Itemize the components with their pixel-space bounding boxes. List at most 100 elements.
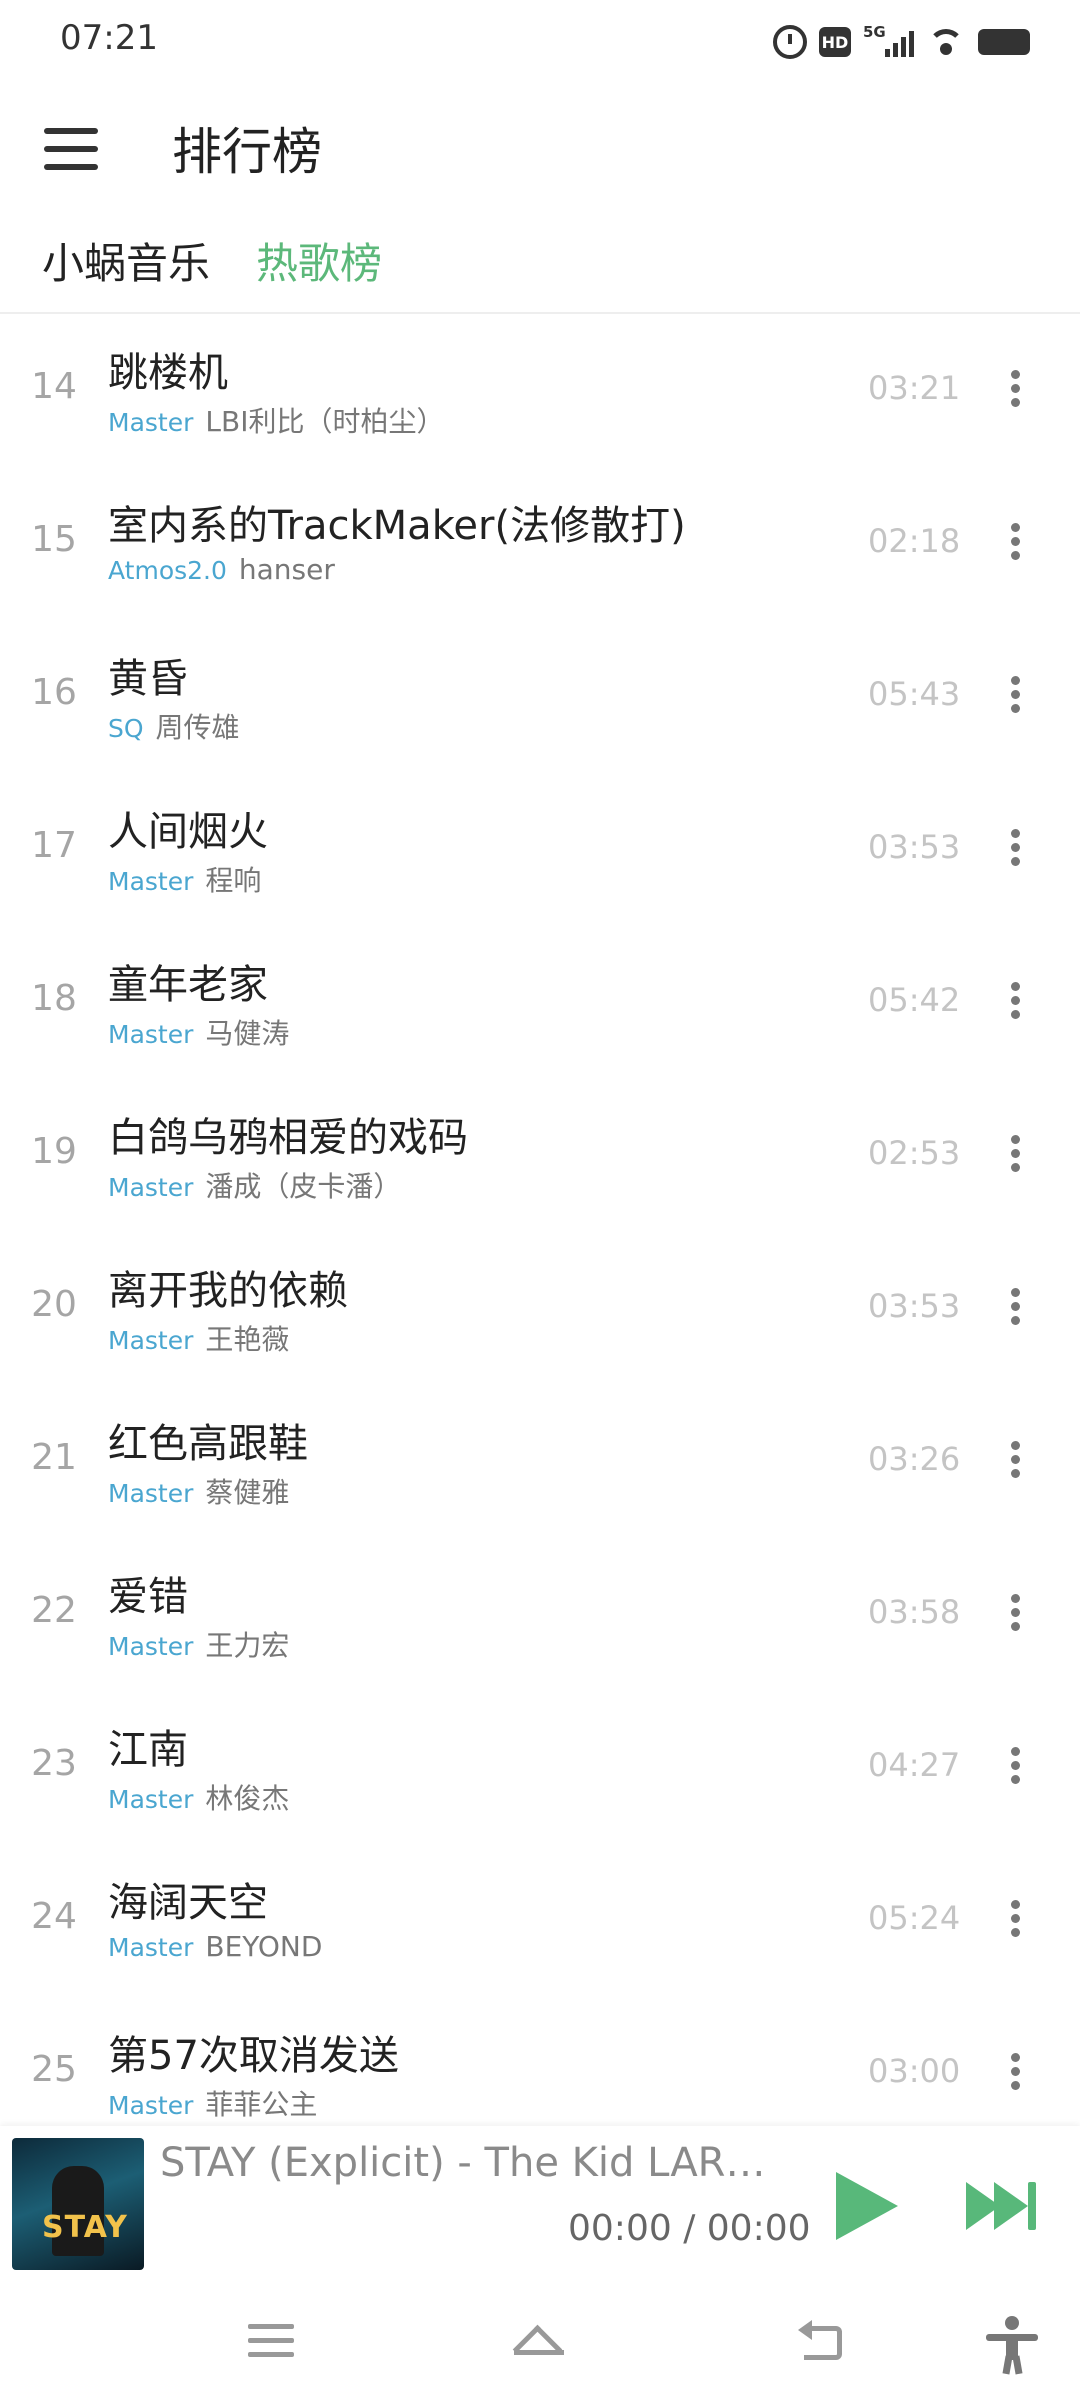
more-options-icon[interactable]: [1000, 1284, 1030, 1328]
skip-next-icon[interactable]: [966, 2178, 1038, 2234]
status-icons: HD 5G: [773, 22, 1030, 62]
song-artist: 潘成（皮卡潘）: [205, 1170, 402, 1203]
song-row[interactable]: 21 红色高跟鞋 Master 蔡健雅 03:26: [0, 1387, 1080, 1540]
song-title: 室内系的TrackMaker(法修散打): [108, 503, 686, 549]
tab-xiaowo-music[interactable]: 小蜗音乐: [42, 230, 210, 291]
song-rank: 23: [31, 1743, 77, 1784]
song-artist: hanser: [238, 553, 335, 586]
song-rank: 18: [31, 978, 77, 1019]
song-title: 人间烟火: [108, 809, 268, 855]
battery-icon: [978, 29, 1030, 55]
network-type-label: 5G: [863, 23, 886, 41]
song-row[interactable]: 19 白鸽乌鸦相爱的戏码 Master 潘成（皮卡潘） 02:53: [0, 1081, 1080, 1234]
song-artist: 蔡健雅: [205, 1476, 290, 1509]
5g-signal-icon: 5G: [863, 23, 914, 57]
song-duration: 05:43: [868, 675, 961, 713]
mini-player[interactable]: STAY STAY (Explicit) - The Kid LAROI... …: [0, 2126, 1080, 2276]
more-options-icon[interactable]: [1000, 1896, 1030, 1940]
quality-badge: Atmos2.0: [108, 556, 227, 585]
song-row[interactable]: 14 跳楼机 Master LBI利比（时柏尘） 03:21: [0, 316, 1080, 469]
song-meta: Master 菲菲公主: [108, 2083, 317, 2123]
song-meta: Master 林俊杰: [108, 1777, 289, 1817]
accessibility-icon[interactable]: [982, 2316, 1042, 2375]
song-meta: Master BEYOND: [108, 1930, 322, 1963]
more-options-icon[interactable]: [1000, 2049, 1030, 2093]
song-rank: 22: [31, 1590, 77, 1631]
song-duration: 04:27: [868, 1746, 961, 1784]
play-icon[interactable]: [836, 2172, 898, 2240]
song-duration: 03:26: [868, 1440, 961, 1478]
more-options-icon[interactable]: [1000, 672, 1030, 716]
more-options-icon[interactable]: [1000, 978, 1030, 1022]
song-rank: 25: [31, 2049, 77, 2090]
song-duration: 02:18: [868, 522, 961, 560]
song-artist: 菲菲公主: [205, 2088, 318, 2121]
song-rank: 19: [31, 1131, 77, 1172]
song-meta: Master 蔡健雅: [108, 1471, 289, 1511]
hd-icon: HD: [819, 27, 851, 57]
app-header: 排行榜: [0, 100, 1080, 210]
more-options-icon[interactable]: [1000, 1743, 1030, 1787]
song-rank: 17: [31, 825, 77, 866]
song-artist: 周传雄: [155, 711, 240, 744]
more-options-icon[interactable]: [1000, 1590, 1030, 1634]
quality-badge: Master: [108, 1632, 194, 1661]
song-duration: 03:58: [868, 1593, 961, 1631]
song-meta: Master 王力宏: [108, 1624, 289, 1664]
playback-time: 00:00 / 00:00: [568, 2208, 811, 2249]
status-bar: 07:21 HD 5G: [0, 0, 1080, 80]
song-meta: Master 马健涛: [108, 1012, 289, 1052]
more-options-icon[interactable]: [1000, 366, 1030, 410]
song-artist: 程响: [205, 864, 262, 897]
song-row[interactable]: 15 室内系的TrackMaker(法修散打) Atmos2.0 hanser 02:1…: [0, 469, 1080, 622]
alarm-icon: [773, 25, 807, 59]
more-options-icon[interactable]: [1000, 519, 1030, 563]
quality-badge: Master: [108, 2091, 194, 2120]
song-row[interactable]: 23 江南 Master 林俊杰 04:27: [0, 1693, 1080, 1846]
page-title: 排行榜: [172, 123, 322, 181]
song-meta: Master 王艳薇: [108, 1318, 289, 1358]
song-meta: Master 潘成（皮卡潘）: [108, 1165, 401, 1205]
song-rank: 14: [31, 366, 77, 407]
now-playing-title[interactable]: STAY (Explicit) - The Kid LAROI...: [160, 2140, 790, 2186]
more-options-icon[interactable]: [1000, 825, 1030, 869]
more-options-icon[interactable]: [1000, 1437, 1030, 1481]
song-row[interactable]: 25 第57次取消发送 Master 菲菲公主 03:00: [0, 1999, 1080, 2126]
song-title: 江南: [108, 1727, 188, 1773]
song-row[interactable]: 17 人间烟火 Master 程响 03:53: [0, 775, 1080, 928]
song-title: 离开我的依赖: [108, 1268, 348, 1314]
album-cover[interactable]: STAY: [12, 2138, 144, 2270]
song-title: 白鸽乌鸦相爱的戏码: [108, 1115, 468, 1161]
song-rank: 16: [31, 672, 77, 713]
system-nav-bar: [0, 2276, 1080, 2408]
song-title: 童年老家: [108, 962, 268, 1008]
song-artist: 马健涛: [205, 1017, 290, 1050]
tab-hot-songs[interactable]: 热歌榜: [256, 230, 382, 291]
quality-badge: Master: [108, 867, 194, 896]
song-artist: BEYOND: [205, 1930, 323, 1963]
more-options-icon[interactable]: [1000, 1131, 1030, 1175]
song-row[interactable]: 24 海阔天空 Master BEYOND 05:24: [0, 1846, 1080, 1999]
song-row[interactable]: 22 爱错 Master 王力宏 03:58: [0, 1540, 1080, 1693]
song-rank: 20: [31, 1284, 77, 1325]
song-duration: 05:42: [868, 981, 961, 1019]
recent-apps-icon[interactable]: [244, 2316, 304, 2372]
song-title: 第57次取消发送: [108, 2033, 399, 2079]
song-meta: Master 程响: [108, 859, 261, 899]
quality-badge: Master: [108, 408, 194, 437]
home-icon[interactable]: [510, 2316, 570, 2372]
song-row[interactable]: 16 黄昏 SQ 周传雄 05:43: [0, 622, 1080, 775]
song-row[interactable]: 18 童年老家 Master 马健涛 05:42: [0, 928, 1080, 1081]
quality-badge: Master: [108, 1479, 194, 1508]
hamburger-menu-icon[interactable]: [44, 122, 100, 178]
quality-badge: Master: [108, 1933, 194, 1962]
status-time: 07:21: [60, 18, 158, 58]
quality-badge: SQ: [108, 714, 144, 743]
quality-badge: Master: [108, 1173, 194, 1202]
song-meta: Master LBI利比（时柏尘）: [108, 400, 444, 440]
song-row[interactable]: 20 离开我的依赖 Master 王艳薇 03:53: [0, 1234, 1080, 1387]
cover-text: STAY: [42, 2210, 128, 2245]
song-meta: SQ 周传雄: [108, 706, 240, 746]
song-meta: Atmos2.0 hanser: [108, 553, 335, 586]
back-icon[interactable]: [796, 2316, 856, 2372]
